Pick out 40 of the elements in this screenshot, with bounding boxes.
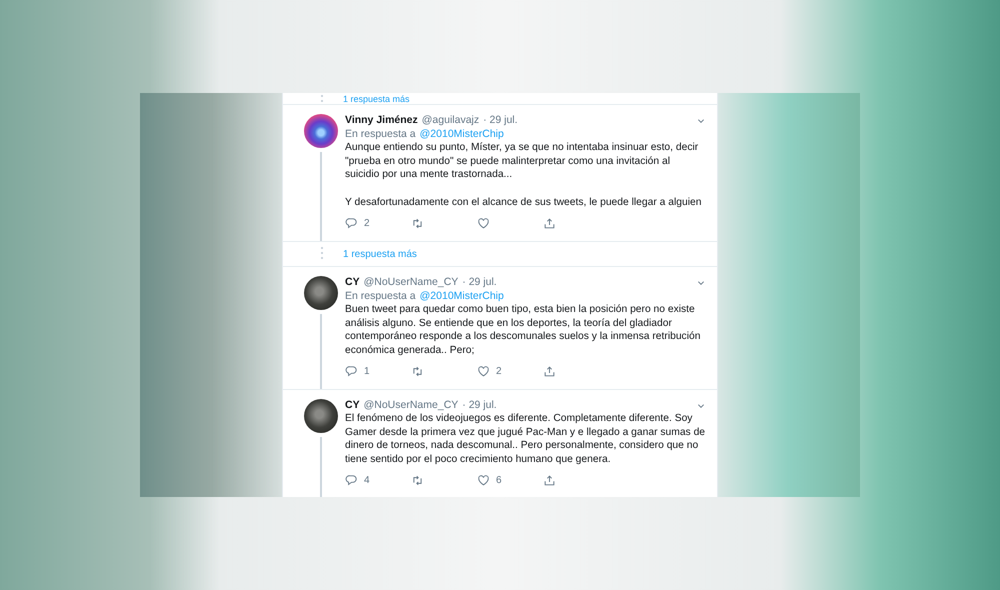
more-replies-link[interactable]: 1 respuesta más: [343, 248, 417, 260]
user-handle[interactable]: @NoUserName_CY: [364, 276, 458, 289]
reply-icon[interactable]: [345, 364, 358, 378]
action-count: 2: [364, 218, 370, 228]
heart-icon[interactable]: [477, 474, 490, 486]
tweet-date[interactable]: · 29 jul.: [462, 276, 497, 289]
user-name[interactable]: CY: [345, 276, 360, 289]
mention-link[interactable]: @2010MisterChip: [420, 127, 504, 141]
avatar-image[interactable]: [304, 276, 338, 310]
reply-label: En respuesta a: [345, 289, 416, 303]
action-count: 1: [364, 366, 370, 376]
avatar-image[interactable]: [304, 399, 338, 433]
avatar-logo[interactable]: [304, 114, 338, 148]
share-icon[interactable]: [543, 216, 556, 230]
thread-line: [320, 437, 322, 497]
tweet-text: Y desafortunadamente con el alcance de sus tweets, le puede llegar a alguien: [345, 196, 702, 209]
retweet-icon[interactable]: [411, 474, 424, 486]
tweet-date[interactable]: · 29 jul.: [483, 114, 518, 127]
tweet-text: Aunque entiendo su punto, Míster, ya se que no intentaba insinuar esto, decir "prueba en otro mundo" se puede malinterpretar como una invitación al suicidio por una mente trastornada...: [345, 141, 700, 182]
user-handle[interactable]: @NoUserName_CY: [364, 399, 458, 412]
reply-icon[interactable]: [345, 216, 358, 230]
reply-icon[interactable]: [345, 474, 358, 486]
share-icon[interactable]: [543, 474, 556, 486]
user-handle[interactable]: @aguilavajz: [422, 114, 480, 127]
tweet-text: El fenómeno de los videojuegos es diferente. Completamente diferente. Soy Gamer desde la primera vez que jugué Pac-Man y e llegado a ganar sumas de dinero de torneos, nada descomunal.. Pero personalmente, considero que no tiene sentido por el poco crecimiento humano que genera.: [345, 412, 706, 466]
user-name[interactable]: CY: [345, 399, 360, 412]
more-replies-link[interactable]: 1 respuesta más: [343, 94, 410, 104]
heart-icon[interactable]: [477, 364, 490, 378]
mention-link[interactable]: @2010MisterChip: [420, 289, 504, 303]
tweet-text: Buen tweet para quedar como buen tipo, esta bien la posición pero no existe análisis alguno. Se entiende que en los deportes, la teoría del gladiador contemporáneo responde a los descomunales suelos y la inmensa retribución económica generada.. Pero;: [345, 303, 702, 357]
action-count: 6: [496, 474, 502, 486]
action-count: 2: [496, 366, 502, 376]
heart-icon[interactable]: [477, 216, 490, 230]
retweet-icon[interactable]: [411, 216, 424, 230]
tweet-date[interactable]: · 29 jul.: [462, 399, 497, 412]
share-icon[interactable]: [543, 364, 556, 378]
reply-label: En respuesta a: [345, 127, 416, 141]
action-count: 4: [364, 474, 370, 486]
user-name[interactable]: Vinny Jiménez: [345, 114, 418, 127]
retweet-icon[interactable]: [411, 364, 424, 378]
